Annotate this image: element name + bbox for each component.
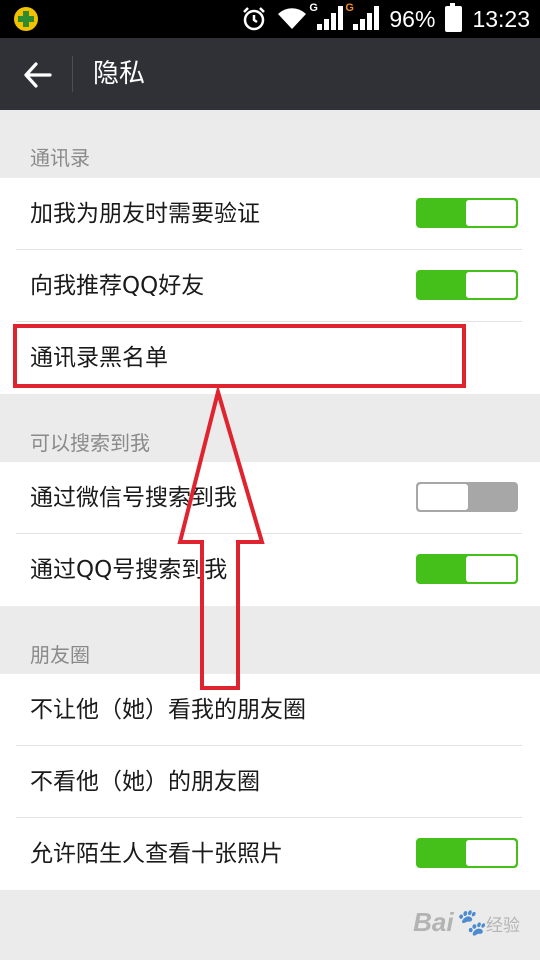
search-wechat-id-toggle[interactable] <box>416 482 518 512</box>
network-type-1: G <box>309 2 318 14</box>
search-qq-toggle[interactable] <box>416 554 518 584</box>
network-type-2: G <box>345 2 354 14</box>
setting-label: 不让他（她）看我的朋友圈 <box>30 697 306 723</box>
setting-row-hide-moments[interactable]: 不让他（她）看我的朋友圈 <box>0 674 540 746</box>
setting-label: 加我为朋友时需要验证 <box>30 201 260 227</box>
clock: 13:23 <box>472 5 530 32</box>
setting-row-recommend-qq[interactable]: 向我推荐QQ好友 <box>0 250 540 322</box>
battery-icon <box>445 3 463 32</box>
stranger-photos-toggle[interactable] <box>416 838 518 868</box>
setting-label: 向我推荐QQ好友 <box>30 273 205 299</box>
header-divider <box>72 56 73 92</box>
highlight-box <box>13 324 466 388</box>
paw-icon: 🐾 <box>453 907 486 937</box>
setting-label: 允许陌生人查看十张照片 <box>30 841 283 867</box>
setting-label: 不看他（她）的朋友圈 <box>30 769 260 795</box>
setting-label: 通过微信号搜索到我 <box>30 485 237 511</box>
page-title: 隐私 <box>93 59 146 89</box>
setting-row-search-qq[interactable]: 通过QQ号搜索到我 <box>0 534 540 606</box>
watermark-brand: Bai <box>413 907 454 937</box>
setting-row-stranger-photos[interactable]: 允许陌生人查看十张照片 <box>0 818 540 890</box>
battery-percent: 96% <box>389 5 436 32</box>
section-label-searchable: 可以搜索到我 <box>30 431 150 455</box>
back-arrow-icon[interactable] <box>22 60 52 90</box>
verify-friend-toggle[interactable] <box>416 198 518 228</box>
alarm-icon <box>243 7 266 31</box>
setting-row-verify-friend[interactable]: 加我为朋友时需要验证 <box>0 178 540 250</box>
watermark-suffix: 经验 <box>486 916 520 935</box>
setting-row-search-wechat-id[interactable]: 通过微信号搜索到我 <box>0 462 540 534</box>
section-label-contacts: 通讯录 <box>30 146 90 170</box>
status-bar: G G 96% 13:23 <box>0 0 540 38</box>
section-label-moments: 朋友圈 <box>30 643 90 667</box>
setting-row-dont-see-moments[interactable]: 不看他（她）的朋友圈 <box>0 746 540 818</box>
header-bar: 隐私 <box>0 38 540 110</box>
signal-icon: G <box>309 2 344 32</box>
group-searchable: 通过微信号搜索到我 通过QQ号搜索到我 <box>0 462 540 606</box>
wifi-icon <box>278 8 307 30</box>
recommend-qq-toggle[interactable] <box>416 270 518 300</box>
app-icon <box>14 7 38 31</box>
setting-label: 通过QQ号搜索到我 <box>30 557 228 583</box>
baidu-watermark: Bai🐾经验 <box>413 907 520 938</box>
group-moments: 不让他（她）看我的朋友圈 不看他（她）的朋友圈 允许陌生人查看十张照片 <box>0 674 540 890</box>
signal-icon-2: G <box>345 2 380 32</box>
